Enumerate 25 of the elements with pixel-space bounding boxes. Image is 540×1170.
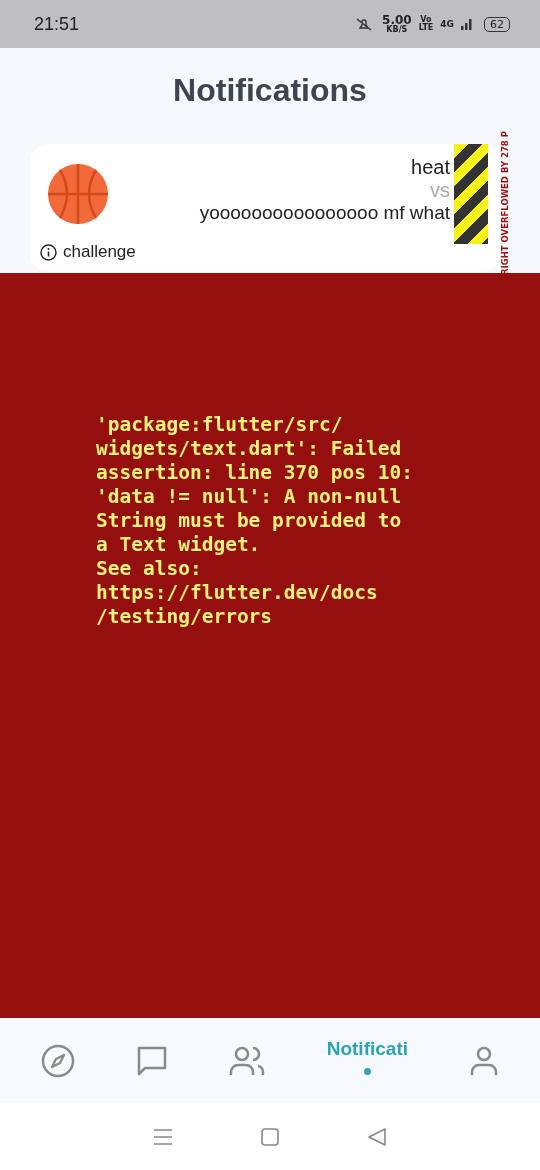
signal-icon <box>461 18 473 30</box>
notification-message: yoooooooooooooooo mf what <box>199 202 450 224</box>
info-icon <box>40 243 57 261</box>
lte-label: LTE <box>418 24 434 32</box>
person-icon <box>469 1044 500 1077</box>
compass-icon <box>40 1043 75 1078</box>
home-icon[interactable] <box>260 1126 280 1147</box>
error-message: 'package:flutter/src/ widgets/text.dart': Failed assertion: line 370 pos 10: 'data != null': A non-null String must be provided to a Text widget. See also: https://flutter.dev/docs /testing/errors <box>96 413 413 629</box>
menu-icon[interactable] <box>153 1127 174 1146</box>
team-name: heat <box>411 156 450 179</box>
basketball-icon <box>48 164 108 224</box>
people-icon <box>229 1044 266 1077</box>
active-dot <box>363 1068 371 1075</box>
versus-label: vs <box>430 179 450 202</box>
notification-type: challenge <box>63 242 136 262</box>
page-title: Notifications <box>173 71 367 109</box>
battery-indicator: 62 <box>484 16 510 32</box>
speed-value: 5.00 <box>382 14 412 26</box>
status-time: 21:51 <box>34 13 80 35</box>
speed-unit: KB/S <box>386 26 408 34</box>
back-icon[interactable] <box>366 1126 387 1147</box>
chat-icon <box>136 1044 168 1077</box>
network-label: 4G <box>440 19 454 29</box>
volte-label: Vo <box>420 16 432 24</box>
notification-card[interactable]: heat vs yoooooooooooooooo mf what challenge <box>30 144 500 272</box>
